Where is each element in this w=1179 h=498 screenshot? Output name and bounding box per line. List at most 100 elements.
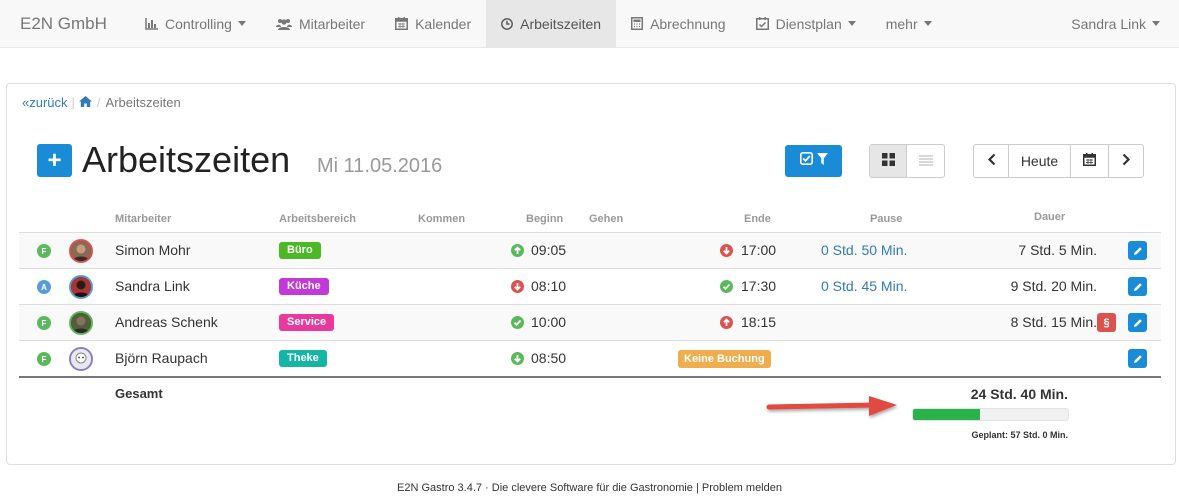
col-gehen[interactable]: Gehen	[589, 213, 623, 225]
nav-abrechnung-label: Abrechnung	[650, 15, 726, 32]
pause-link[interactable]: 0 Std. 45 Min.	[821, 278, 907, 294]
progress-fill	[913, 409, 980, 420]
begin-time: 08:50	[531, 350, 567, 366]
table-row[interactable]: F Björn Raupach Theke 08:50 Keine Buchun…	[19, 340, 1161, 376]
check-icon	[720, 280, 733, 293]
filter-button[interactable]	[785, 145, 842, 177]
edit-button[interactable]	[1128, 349, 1147, 368]
arrow-down-icon	[511, 280, 524, 293]
breadcrumb: «zurück | / Arbeitszeiten	[22, 95, 181, 110]
nav-mehr[interactable]: mehr	[871, 0, 947, 47]
prev-day-button[interactable]	[974, 145, 1009, 177]
avatar	[69, 239, 93, 263]
area-badge: Service	[279, 314, 335, 331]
nav-mitarbeiter-label: Mitarbeiter	[298, 15, 366, 32]
bar-chart-icon	[145, 17, 158, 30]
nav-dienstplan-label: Dienstplan	[775, 15, 842, 32]
end-time: 17:30	[741, 278, 777, 294]
nav-kalender-label: Kalender	[415, 15, 472, 32]
col-arbeitsbereich[interactable]: Arbeitsbereich	[279, 213, 356, 225]
nav-controlling-label: Controlling	[165, 15, 232, 32]
table-row[interactable]: F Andreas Schenk Service 10:00 18:15 8 S…	[19, 304, 1161, 340]
employee-name[interactable]: Björn Raupach	[115, 350, 208, 366]
brand-logo[interactable]: E2N GmbH	[0, 0, 130, 47]
pencil-icon	[1133, 315, 1143, 331]
content-panel: «zurück | / Arbeitszeiten + Arbeitszeite…	[6, 83, 1176, 465]
nav-kalender[interactable]: Kalender	[380, 0, 486, 47]
nav-arbeitszeiten-label: Arbeitszeiten	[520, 15, 602, 32]
chevron-right-icon	[1122, 153, 1131, 169]
total-duration: 24 Std. 40 Min.	[970, 386, 1068, 402]
filter-icon	[816, 152, 828, 170]
user-menu[interactable]: Sandra Link	[1056, 0, 1179, 47]
breadcrumb-divider: |	[71, 95, 75, 110]
duration: 7 Std. 5 Min.	[1018, 242, 1097, 258]
arrow-up-icon	[511, 244, 524, 257]
users-icon	[275, 18, 292, 30]
pencil-icon	[1133, 279, 1143, 295]
no-booking-badge: Keine Buchung	[678, 350, 771, 368]
page-date: Mi 11.05.2016	[317, 155, 443, 177]
clock-icon	[501, 17, 514, 30]
avatar	[69, 311, 93, 335]
home-icon[interactable]	[78, 95, 92, 110]
user-name: Sandra Link	[1071, 15, 1146, 32]
page-title: Arbeitszeiten	[82, 139, 291, 180]
col-beginn[interactable]: Beginn	[526, 213, 563, 225]
nav-abrechnung[interactable]: Abrechnung	[616, 0, 741, 47]
employee-name[interactable]: Andreas Schenk	[115, 314, 218, 330]
duration: 8 Std. 15 Min.	[1010, 314, 1097, 330]
chevron-down-icon	[1152, 21, 1160, 26]
status-badge: F	[37, 316, 51, 330]
col-dauer[interactable]: Dauer	[1034, 211, 1065, 223]
calendar-button[interactable]	[1071, 145, 1109, 177]
edit-button[interactable]	[1128, 241, 1147, 260]
col-kommen[interactable]: Kommen	[418, 213, 465, 225]
breadcrumb-current: Arbeitszeiten	[105, 95, 181, 110]
today-button[interactable]: Heute	[1009, 145, 1071, 177]
status-badge: A	[37, 280, 51, 294]
end-time: 17:00	[741, 242, 777, 258]
add-button[interactable]: +	[37, 144, 72, 177]
avatar	[69, 347, 93, 371]
employee-name[interactable]: Simon Mohr	[115, 242, 190, 258]
edit-button[interactable]	[1128, 277, 1147, 296]
nav-dienstplan[interactable]: Dienstplan	[741, 0, 871, 47]
list-icon	[918, 153, 933, 169]
planned-hours-progress	[912, 408, 1069, 421]
grid-view-button[interactable]	[870, 145, 908, 177]
nav-arbeitszeiten[interactable]: Arbeitszeiten	[486, 0, 617, 47]
col-mitarbeiter[interactable]: Mitarbeiter	[115, 213, 171, 225]
table-header: Mitarbeiter Arbeitsbereich Kommen Beginn…	[19, 210, 1161, 232]
top-navbar: E2N GmbH Controlling Mitarbeiter Kalende…	[0, 0, 1179, 48]
employee-name[interactable]: Sandra Link	[115, 278, 190, 294]
list-view-button[interactable]	[907, 145, 944, 177]
view-toggle-group	[869, 144, 945, 178]
nav-mitarbeiter[interactable]: Mitarbeiter	[261, 0, 380, 47]
arrow-up-icon	[720, 316, 733, 329]
nav-controlling[interactable]: Controlling	[130, 0, 261, 47]
status-badge: F	[37, 352, 51, 366]
area-badge: Theke	[279, 350, 327, 367]
calendar-check-icon	[755, 17, 769, 30]
col-ende[interactable]: Ende	[744, 213, 771, 225]
begin-time: 08:10	[531, 278, 567, 294]
begin-time: 09:05	[531, 242, 567, 258]
check-square-icon	[799, 152, 813, 170]
arrow-down-icon	[720, 244, 733, 257]
calculator-icon	[631, 17, 644, 30]
pause-link[interactable]: 0 Std. 50 Min.	[821, 242, 907, 258]
footer: E2N Gastro 3.4.7 · Die clevere Software …	[397, 482, 782, 494]
table-row[interactable]: A Sandra Link Küche 08:10 17:30 0 Std. 4…	[19, 268, 1161, 304]
next-day-button[interactable]	[1109, 145, 1143, 177]
chevron-down-icon	[237, 21, 246, 26]
col-pause[interactable]: Pause	[870, 213, 902, 225]
status-badge: F	[37, 244, 51, 258]
table-row[interactable]: F Simon Mohr Büro 09:05 17:00 0 Std. 50 …	[19, 232, 1161, 268]
back-link[interactable]: «zurück	[22, 95, 68, 110]
paragraph-button[interactable]: §	[1097, 313, 1116, 332]
nav-mehr-label: mehr	[885, 15, 918, 32]
edit-button[interactable]	[1128, 313, 1147, 332]
breadcrumb-separator: /	[96, 95, 101, 110]
